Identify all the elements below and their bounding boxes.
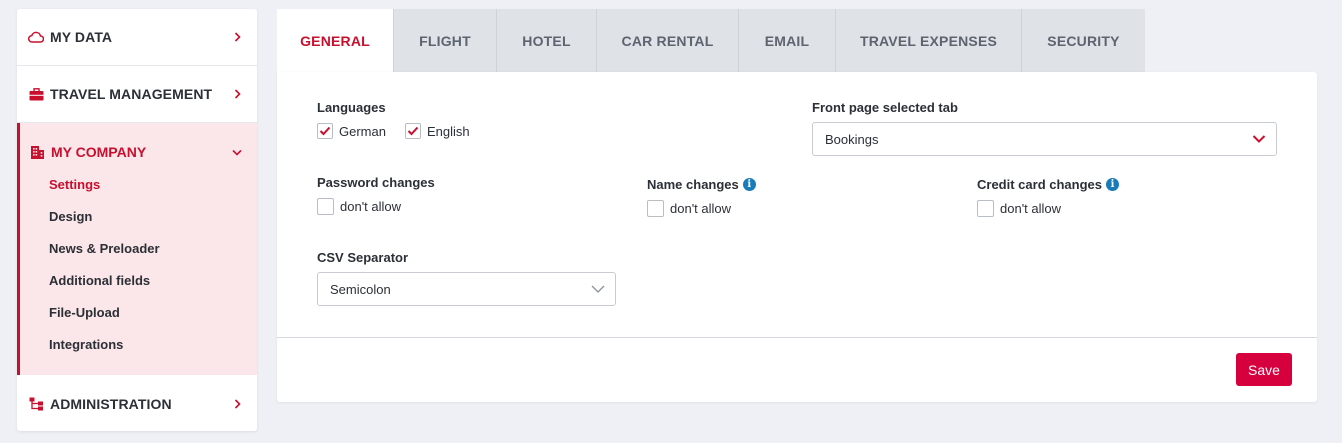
chevron-down-icon xyxy=(591,285,605,294)
general-settings-panel: Languages German English Front page sele… xyxy=(277,72,1317,402)
password-changes-option: don't allow xyxy=(317,198,401,215)
credit-card-changes-label: Credit card changes i xyxy=(977,177,1119,192)
info-icon[interactable]: i xyxy=(1106,178,1119,192)
settings-tabs: GENERAL FLIGHT HOTEL CAR RENTAL EMAIL TR… xyxy=(277,9,1145,72)
name-changes-option: don't allow xyxy=(647,200,731,217)
name-changes-label: Name changes i xyxy=(647,177,756,192)
german-checkbox[interactable] xyxy=(317,123,333,139)
tab-flight[interactable]: FLIGHT xyxy=(394,9,497,72)
name-changes-label-text: Name changes xyxy=(647,177,739,192)
sidebar-item-my-company[interactable]: MY COMPANY xyxy=(20,123,257,180)
save-button[interactable]: Save xyxy=(1236,353,1292,386)
front-page-tab-label: Front page selected tab xyxy=(812,100,958,115)
building-icon xyxy=(29,144,45,160)
tab-car-rental[interactable]: CAR RENTAL xyxy=(597,9,739,72)
credit-card-changes-option-label: don't allow xyxy=(1000,201,1062,216)
front-page-tab-select[interactable]: Bookings xyxy=(812,122,1277,156)
chevron-right-icon xyxy=(232,32,242,42)
tab-security[interactable]: SECURITY xyxy=(1022,9,1145,72)
credit-card-changes-label-text: Credit card changes xyxy=(977,177,1102,192)
language-english-option: English xyxy=(405,123,470,139)
german-label: German xyxy=(339,123,386,139)
front-page-tab-value: Bookings xyxy=(825,131,879,147)
chevron-right-icon xyxy=(232,398,242,409)
sidebar-item-travel-management[interactable]: TRAVEL MANAGEMENT xyxy=(17,66,257,123)
sidebar-subitem-integrations[interactable]: Integrations xyxy=(49,337,123,352)
sidebar-item-label: MY COMPANY xyxy=(51,143,147,160)
csv-separator-select[interactable]: Semicolon xyxy=(317,272,616,306)
sidebar-subitem-file-upload[interactable]: File-Upload xyxy=(49,305,120,320)
tab-hotel[interactable]: HOTEL xyxy=(497,9,597,72)
credit-card-changes-checkbox[interactable] xyxy=(977,200,994,217)
chevron-down-icon xyxy=(232,143,242,161)
tab-travel-expenses[interactable]: TRAVEL EXPENSES xyxy=(836,9,1022,72)
info-icon[interactable]: i xyxy=(742,178,756,192)
sidebar-subitem-settings[interactable]: Settings xyxy=(49,177,100,192)
form-divider xyxy=(277,337,1317,338)
password-changes-label: Password changes xyxy=(317,175,435,190)
sidebar-item-label: MY DATA xyxy=(50,29,113,45)
languages-label: Languages xyxy=(317,100,386,115)
password-changes-checkbox[interactable] xyxy=(317,198,334,215)
sidebar-subitem-design[interactable]: Design xyxy=(49,209,92,224)
chevron-right-icon xyxy=(232,89,242,99)
briefcase-icon xyxy=(28,86,44,102)
sidebar-item-my-data[interactable]: MY DATA xyxy=(17,9,257,66)
csv-separator-value: Semicolon xyxy=(330,281,391,297)
cloud-icon xyxy=(28,29,44,45)
sidebar-subitem-additional-fields[interactable]: Additional fields xyxy=(49,273,150,288)
english-checkbox[interactable] xyxy=(405,123,421,139)
sidebar-subitem-news-preloader[interactable]: News & Preloader xyxy=(49,241,160,256)
hierarchy-icon xyxy=(28,396,44,412)
sidebar-section-my-company: MY COMPANY Settings Design News & Preloa… xyxy=(17,123,257,375)
csv-separator-label: CSV Separator xyxy=(317,250,409,265)
sidebar-item-administration[interactable]: ADMINISTRATION xyxy=(17,375,257,432)
sidebar-item-label: ADMINISTRATION xyxy=(50,395,172,412)
password-changes-option-label: don't allow xyxy=(340,199,402,214)
name-changes-option-label: don't allow xyxy=(670,201,732,216)
tab-email[interactable]: EMAIL xyxy=(739,9,836,72)
sidebar-nav: MY DATA TRAVEL MANAGEMENT MY COMPANY Set… xyxy=(17,9,257,431)
tab-general[interactable]: GENERAL xyxy=(277,9,394,72)
sidebar-item-label: TRAVEL MANAGEMENT xyxy=(50,86,213,102)
credit-card-changes-option: don't allow xyxy=(977,200,1061,217)
name-changes-checkbox[interactable] xyxy=(647,200,664,217)
chevron-down-icon xyxy=(1252,135,1266,144)
english-label: English xyxy=(427,123,470,139)
language-german-option: German xyxy=(317,123,386,139)
